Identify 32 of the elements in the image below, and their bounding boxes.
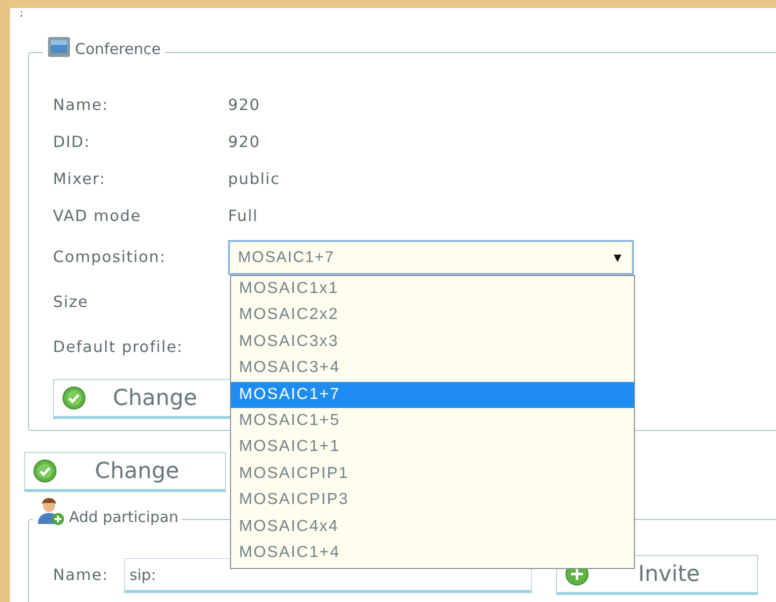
dropdown-option[interactable]: MOSAIC3x3 (231, 328, 634, 356)
field-value: Full (228, 206, 258, 227)
field-label: Name: (53, 564, 108, 586)
composition-select[interactable]: MOSAIC1+7 ▼ (228, 240, 634, 275)
dropdown-option[interactable]: MOSAIC2x2 (231, 302, 634, 329)
legend-title: Add participan (69, 508, 178, 526)
check-icon (62, 386, 86, 410)
field-label: DID: (53, 132, 92, 153)
field-label: VAD mode (53, 206, 142, 227)
dropdown-option[interactable]: MOSAIC1+7 (231, 382, 634, 408)
punctuation-mark: ; (20, 8, 24, 20)
field-label: Default profile: (53, 336, 184, 358)
dropdown-option[interactable]: MOSAICPIP3 (231, 487, 634, 514)
field-label: Size (53, 292, 90, 313)
monitor-icon (47, 36, 71, 58)
dropdown-option[interactable]: MOSAIC1+5 (231, 408, 634, 434)
check-icon (33, 459, 57, 483)
field-value: public (228, 168, 280, 190)
dropdown-option[interactable]: MOSAIC1x1 (231, 276, 634, 302)
field-value: 920 (228, 94, 260, 116)
field-value: 920 (228, 132, 260, 153)
dropdown-arrow-icon: ▼ (611, 248, 624, 268)
dropdown-option[interactable]: MOSAICPIP1 (231, 460, 634, 488)
change-button[interactable]: Change (24, 452, 226, 492)
dropdown-option[interactable]: MOSAIC1+1 (231, 434, 634, 461)
legend-title: Conference (75, 40, 161, 58)
change-button[interactable]: Change (53, 379, 233, 419)
dropdown-option[interactable]: MOSAIC4x4 (231, 514, 634, 540)
dropdown-option[interactable]: MOSAIC3+4 (231, 355, 634, 382)
field-label: Name: (53, 94, 110, 116)
field-label: Mixer: (53, 168, 107, 190)
field-label: Composition: (53, 246, 167, 268)
